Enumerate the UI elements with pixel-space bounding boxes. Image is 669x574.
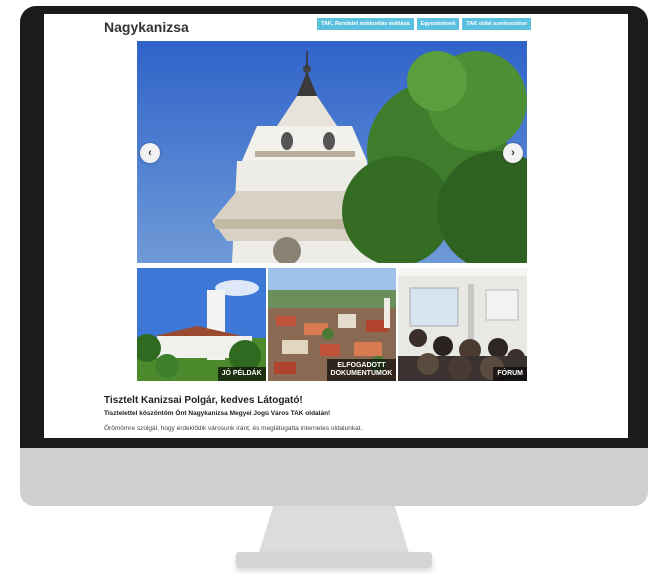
top-nav: TAK, Rendelet módosítás indítása Egyezte… [317, 18, 532, 30]
nav-button-rendelet-modositas[interactable]: TAK, Rendelet módosítás indítása [317, 18, 414, 30]
tower-photo [137, 41, 527, 263]
image-slider[interactable]: ‹ › [137, 41, 527, 263]
slider-next-button[interactable]: › [503, 143, 523, 163]
tile-label-line: DOKUMENTUMOK [330, 369, 393, 377]
nav-button-egyeztetesek[interactable]: Egyeztetések [416, 18, 460, 30]
tile-label: JÓ PÉLDÁK [217, 366, 266, 381]
feature-tiles: JÓ PÉLDÁK ELFOGADOTT DOKUMENTUMOK FÓRUM [137, 268, 528, 381]
monitor-stand-base [236, 552, 432, 568]
church-photo [137, 268, 266, 381]
tile-label: FÓRUM [493, 366, 528, 381]
welcome-paragraph: Örömömre szolgál, hogy érdeklődik városu… [104, 425, 363, 432]
welcome-heading: Tisztelt Kanizsai Polgár, kedves Látogat… [104, 395, 303, 406]
browser-viewport: Nagykanizsa TAK, Rendelet módosítás indí… [44, 14, 628, 438]
slider-prev-button[interactable]: ‹ [140, 143, 160, 163]
tile-forum[interactable]: FÓRUM [398, 268, 528, 381]
tile-jo-peldak[interactable]: JÓ PÉLDÁK [137, 268, 266, 381]
monitor-chin [20, 448, 648, 506]
nav-button-tak-szerkesztes[interactable]: TAK oldal szerkesztése [462, 18, 532, 30]
tile-elfogadott-dokumentumok[interactable]: ELFOGADOTT DOKUMENTUMOK [267, 268, 397, 381]
tile-label-line: FÓRUM [497, 369, 524, 377]
welcome-subheading: Tisztelettel köszöntöm Önt Nagykanizsa M… [104, 410, 331, 417]
monitor-stand-neck [258, 506, 410, 556]
tile-label: ELFOGADOTT DOKUMENTUMOK [326, 358, 397, 381]
tile-label-line: ELFOGADOTT [337, 361, 386, 369]
site-title[interactable]: Nagykanizsa [104, 19, 189, 35]
tile-label-line: JÓ PÉLDÁK [221, 369, 262, 377]
meeting-photo [398, 268, 528, 381]
